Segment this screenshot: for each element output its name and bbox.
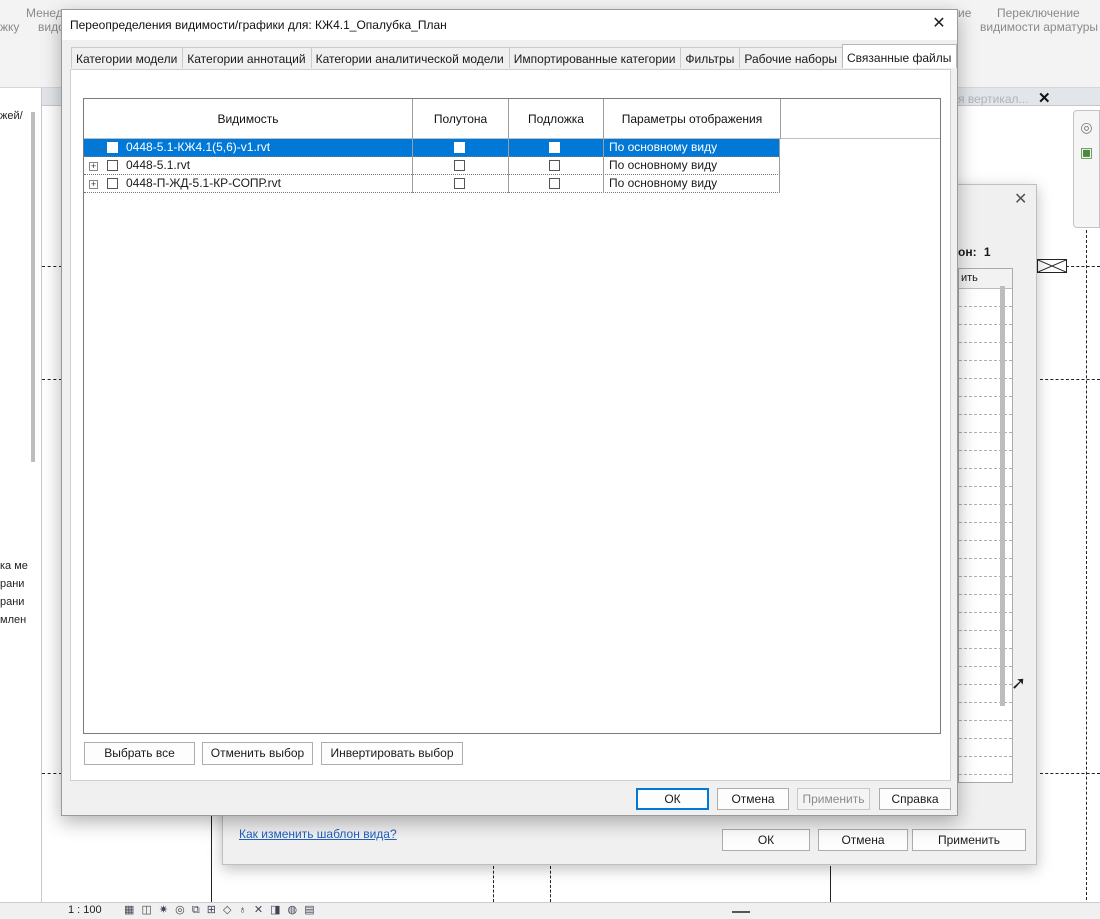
properties-item: рани [0, 578, 25, 590]
display-settings-cell[interactable]: По основному виду [604, 157, 780, 175]
select-all-button[interactable]: Выбрать все [84, 742, 195, 765]
select-none-button[interactable]: Отменить выбор [202, 742, 313, 765]
visibility-checkbox[interactable] [107, 160, 118, 171]
ribbon-rebar-visibility-label-2[interactable]: видимости арматуры [980, 20, 1098, 34]
tab-analytical-model-categories[interactable]: Категории аналитической модели [310, 47, 510, 68]
properties-scrollbar[interactable] [31, 112, 35, 462]
dialog-titlebar: Переопределения видимости/графики для: К… [62, 10, 957, 40]
grid-line [42, 773, 62, 774]
underlay-checkbox[interactable] [549, 160, 560, 171]
properties-item: жей/ [0, 110, 23, 122]
table-row[interactable]: 0448-5.1-КЖ4.1(5,6)-v1.rvt По основному … [84, 139, 780, 157]
visibility-graphics-dialog: Переопределения видимости/графики для: К… [61, 9, 958, 816]
grid-line [1040, 773, 1100, 774]
section-marker-icon [1037, 259, 1067, 273]
display-settings-cell[interactable]: По основному виду [604, 175, 780, 193]
properties-item: млен [0, 614, 27, 626]
linked-file-name[interactable]: 0448-5.1.rvt [84, 157, 413, 175]
cancel-button[interactable]: Отмена [717, 788, 789, 810]
grid-line [493, 866, 494, 902]
halftone-cell[interactable] [413, 139, 509, 157]
section-marker [1037, 259, 1067, 273]
visibility-checkbox[interactable] [107, 178, 118, 189]
tab-annotation-categories[interactable]: Категории аннотаций [182, 47, 312, 68]
display-settings-cell[interactable]: По основному виду [604, 139, 780, 157]
zoom-icon[interactable]: ▣ [1074, 144, 1099, 161]
steering-wheel-icon[interactable]: ◎ [1074, 119, 1099, 136]
view-tab-close-icon[interactable]: ✕ [1038, 89, 1051, 107]
visibility-checkbox[interactable] [107, 142, 118, 153]
grid-line [211, 816, 212, 902]
tab-linked-files[interactable]: Связанные файлы [842, 44, 958, 68]
underlay-checkbox[interactable] [549, 178, 560, 189]
underlay-checkbox[interactable] [549, 142, 560, 153]
linked-file-name[interactable]: 0448-П-ЖД-5.1-КР-СОПР.rvt [84, 175, 413, 193]
halftone-checkbox[interactable] [454, 160, 465, 171]
mouse-cursor-icon: ➚ [1011, 673, 1027, 693]
invert-selection-button[interactable]: Инвертировать выбор [321, 742, 463, 765]
grid-line [1086, 230, 1087, 900]
ribbon-label-partial-4[interactable]: ие [958, 6, 971, 20]
linked-file-name[interactable]: 0448-5.1-КЖ4.1(5,6)-v1.rvt [84, 139, 413, 157]
halftone-cell[interactable] [413, 157, 509, 175]
view-tab-title[interactable]: я вертикал... [958, 92, 1029, 106]
halftone-checkbox[interactable] [454, 142, 465, 153]
tab-imported-categories[interactable]: Импортированные категории [508, 47, 682, 68]
linked-files-table: Видимость Полутона Подложка Параметры от… [83, 98, 941, 734]
dialog-title: Переопределения видимости/графики для: К… [70, 18, 447, 32]
apply-button[interactable]: Применить [797, 788, 870, 810]
column-header-visibility[interactable]: Видимость [84, 99, 413, 139]
list-row[interactable] [959, 739, 1012, 757]
underlay-cell[interactable] [509, 157, 604, 175]
help-button[interactable]: Справка [879, 788, 951, 810]
grid-line [42, 379, 62, 380]
count-label: он: [958, 245, 977, 259]
underlay-cell[interactable] [509, 175, 604, 193]
dialog-tabs: Категории модели Категории аннотаций Кат… [71, 44, 958, 69]
properties-panel: жей/ ка ме рани рани млен [0, 88, 42, 919]
list-row[interactable] [959, 721, 1012, 739]
tab-filters[interactable]: Фильтры [680, 47, 741, 68]
ribbon-rebar-visibility-label-1[interactable]: Переключение [997, 6, 1080, 20]
tab-worksets[interactable]: Рабочие наборы [739, 47, 844, 68]
list-row[interactable] [959, 757, 1012, 775]
linked-files-panel: Видимость Полутона Подложка Параметры от… [70, 69, 951, 781]
view-template-scrollbar[interactable] [1000, 286, 1005, 706]
underlay-cell[interactable] [509, 139, 604, 157]
status-separator [732, 911, 750, 913]
how-to-change-template-link[interactable]: Как изменить шаблон вида? [239, 827, 397, 841]
grid-line [550, 866, 551, 902]
expand-icon[interactable]: + [89, 162, 98, 171]
column-header-display-settings[interactable]: Параметры отображения [604, 99, 781, 139]
expand-icon[interactable]: + [89, 180, 98, 189]
view-scale[interactable]: 1 : 100 [68, 904, 102, 916]
column-header-underlay[interactable]: Подложка [509, 99, 604, 139]
ribbon-label-partial[interactable]: Менед [26, 6, 63, 20]
table-header: Видимость Полутона Подложка Параметры от… [84, 99, 940, 139]
grid-line [1040, 379, 1100, 380]
table-row[interactable]: 0448-П-ЖД-5.1-КР-СОПР.rvt + По основному… [84, 175, 780, 193]
tab-model-categories[interactable]: Категории модели [71, 47, 184, 68]
table-row[interactable]: 0448-5.1.rvt + По основному виду [84, 157, 780, 175]
grid-line [42, 266, 62, 267]
ok-button[interactable]: ОК [636, 788, 709, 810]
ribbon-label-partial-3[interactable]: жку [0, 20, 19, 34]
halftone-checkbox[interactable] [454, 178, 465, 189]
tree-connector [93, 148, 107, 149]
view-template-close-icon[interactable]: ✕ [1014, 189, 1027, 209]
properties-item: рани [0, 596, 25, 608]
view-template-cancel-button[interactable]: Отмена [818, 829, 908, 851]
column-header-halftone[interactable]: Полутона [413, 99, 509, 139]
view-control-icons[interactable]: ▦ ◫ ✷ ◎ ⧉ ⊞ ◇ ♁ ✕ ◨ ◍ ▤ [124, 903, 317, 917]
dialog-close-icon[interactable]: ✕ [929, 14, 949, 34]
properties-item: ка ме [0, 560, 28, 572]
view-template-ok-button[interactable]: ОК [722, 829, 810, 851]
count-value: 1 [983, 245, 991, 259]
grid-line [830, 866, 831, 902]
navigation-bar[interactable]: ◎ ▣ [1073, 110, 1100, 228]
halftone-cell[interactable] [413, 175, 509, 193]
view-template-apply-button[interactable]: Применить [912, 829, 1026, 851]
